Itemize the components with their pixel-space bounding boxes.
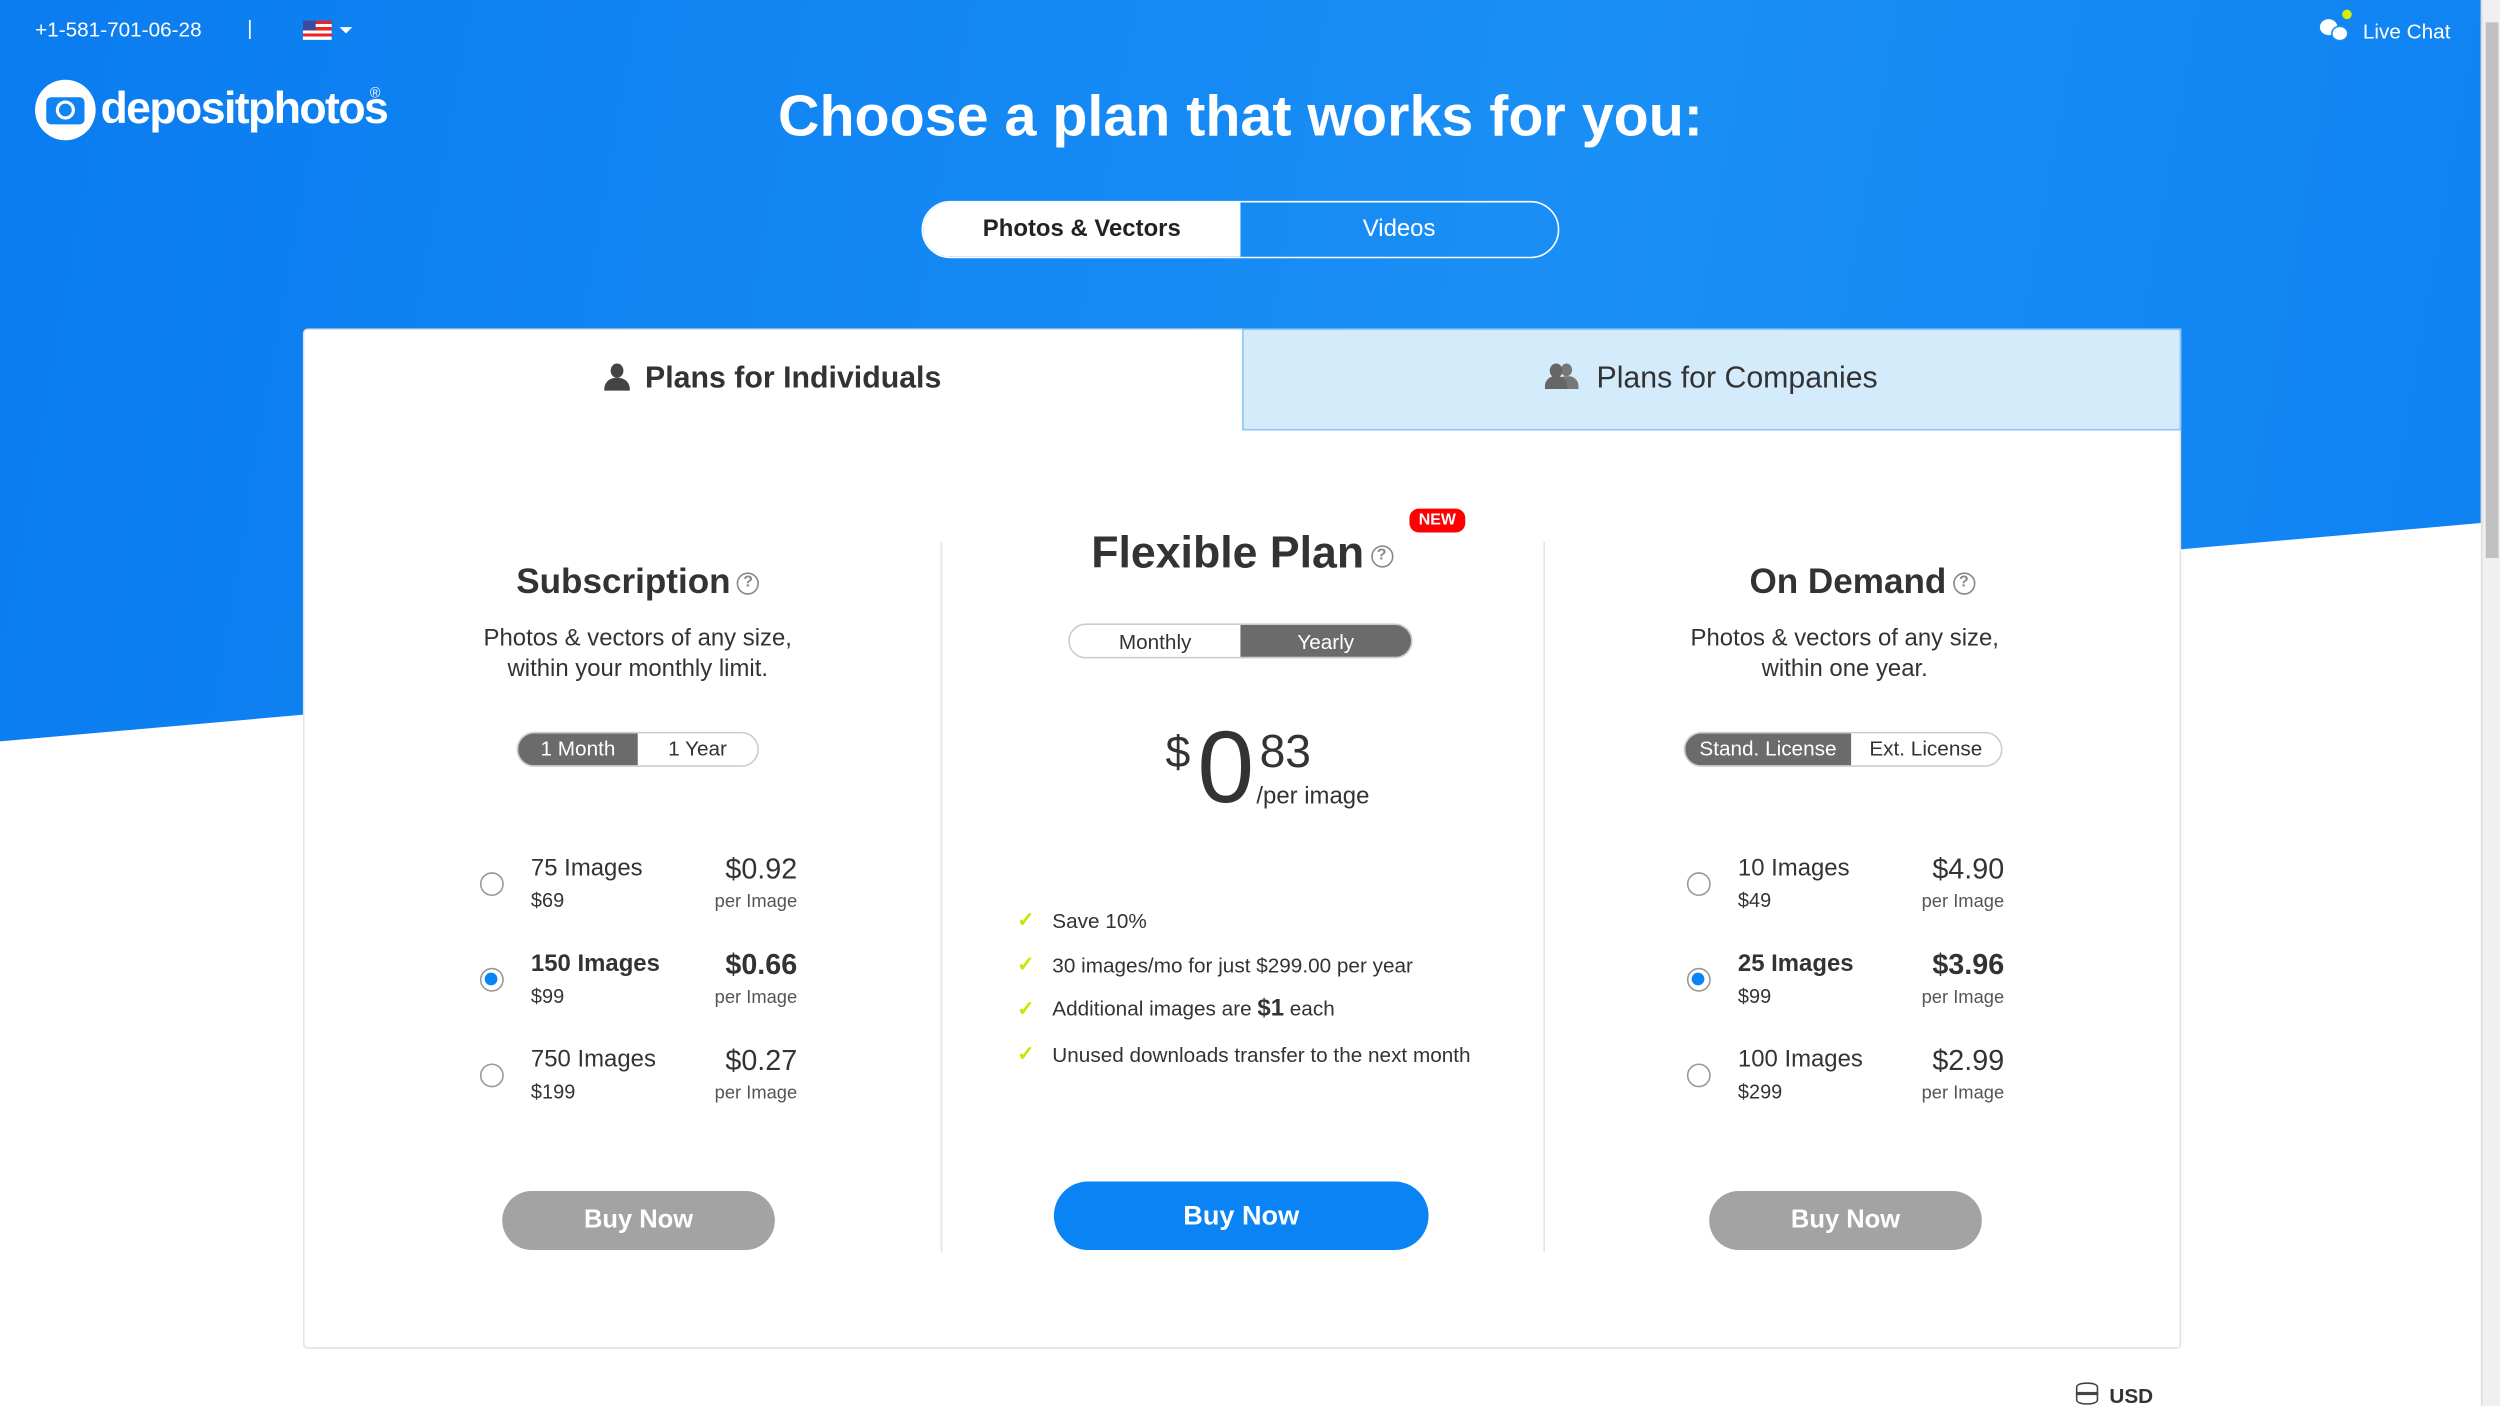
option-price: $2.99 (1932, 1044, 2005, 1077)
help-icon[interactable]: ? (1952, 572, 1976, 596)
tab-photos-vectors[interactable]: Photos & Vectors (923, 202, 1241, 257)
license-extended[interactable]: Ext. License (1851, 733, 2001, 765)
option-price: $0.66 (725, 948, 798, 981)
option-per-image: per Image (1921, 892, 2005, 912)
desc-line: within your monthly limit. (507, 655, 769, 683)
license-toggle: Stand. License Ext. License (1683, 731, 2003, 767)
option-radio[interactable] (1686, 967, 1711, 992)
ondemand-title: On Demand? (1543, 561, 2181, 602)
ondemand-description: Photos & vectors of any size, within one … (1526, 623, 2164, 684)
tab-videos[interactable]: Videos (1240, 202, 1557, 256)
feature-item: Additional images are $1 each (1052, 995, 1334, 1022)
tab-label: Plans for Individuals (645, 361, 942, 396)
tab-plans-companies[interactable]: Plans for Companies (1242, 328, 2182, 431)
feature-bold: $1 (1257, 994, 1285, 1023)
option-radio[interactable] (479, 1063, 504, 1088)
option-total: $199 (530, 1081, 576, 1104)
option-price: $4.90 (1932, 853, 2005, 885)
media-type-tabs: Photos & Vectors Videos (921, 200, 1560, 259)
option-price: $3.96 (1932, 948, 2005, 981)
help-icon[interactable]: ? (736, 572, 760, 596)
subscription-buy-button[interactable]: Buy Now (502, 1191, 775, 1251)
live-chat-link[interactable]: Live Chat (2363, 19, 2451, 43)
feature-item: 30 images/mo for just $299.00 per year (1052, 953, 1413, 978)
title-text: Flexible Plan (1091, 527, 1365, 578)
database-icon[interactable] (2075, 1382, 2099, 1405)
phone-number[interactable]: +1-581-701-06-28 (35, 18, 202, 42)
option-per-image: per Image (1921, 988, 2005, 1008)
price-integer: 0 (1197, 709, 1255, 825)
option-total: $99 (530, 985, 565, 1008)
chevron-down-icon[interactable] (339, 27, 353, 40)
title-text: On Demand (1749, 561, 1947, 602)
option-name[interactable]: 10 Images (1738, 855, 1850, 882)
users-icon (1545, 363, 1580, 390)
option-per-image: per Image (714, 988, 798, 1008)
page: +1-581-701-06-28 | Live Chat depositphot… (0, 0, 2500, 1406)
feature-text: each (1284, 996, 1335, 1021)
option-price: $0.27 (725, 1044, 798, 1077)
period-yearly[interactable]: Yearly (1240, 625, 1412, 657)
check-icon: ✓ (1017, 951, 1035, 976)
option-price: $0.92 (725, 853, 798, 885)
user-icon (603, 363, 630, 391)
chat-icon[interactable] (2319, 9, 2352, 42)
price-currency: $ (1165, 727, 1191, 777)
option-total: $99 (1737, 985, 1772, 1008)
check-icon: ✓ (1017, 996, 1035, 1021)
feature-text: Additional images are (1052, 996, 1258, 1021)
option-per-image: per Image (714, 1084, 798, 1104)
flexible-title: Flexible Plan? (941, 528, 1544, 579)
subscription-period-toggle: 1 Month 1 Year (516, 731, 759, 767)
option-radio[interactable] (1686, 1063, 1711, 1088)
desc-line: Photos & vectors of any size, (1690, 625, 1999, 653)
option-total: $299 (1737, 1081, 1783, 1104)
new-badge: NEW (1409, 508, 1466, 533)
option-name[interactable]: 25 Images (1738, 950, 1854, 977)
us-flag-icon[interactable] (302, 20, 332, 40)
option-radio[interactable] (479, 872, 504, 897)
desc-line: Photos & vectors of any size, (483, 625, 792, 653)
flexible-period-toggle: Monthly Yearly (1068, 623, 1413, 659)
scrollbar-thumb[interactable] (2485, 22, 2499, 559)
tab-plans-individuals[interactable]: Plans for Individuals (303, 328, 1242, 428)
check-icon: ✓ (1017, 1041, 1035, 1066)
subscription-title: Subscription? (319, 561, 957, 602)
feature-item: Unused downloads transfer to the next mo… (1052, 1042, 1471, 1067)
separator: | (247, 15, 253, 40)
option-per-image: per Image (714, 892, 798, 912)
help-icon[interactable]: ? (1370, 544, 1393, 567)
tab-label: Plans for Companies (1596, 361, 1878, 396)
option-name[interactable]: 75 Images (531, 855, 643, 882)
ondemand-buy-button[interactable]: Buy Now (1709, 1191, 1982, 1251)
title-text: Subscription (516, 561, 731, 602)
option-total: $69 (530, 889, 565, 912)
period-1-year[interactable]: 1 Year (638, 733, 758, 765)
page-title: Choose a plan that works for you: (778, 82, 1703, 149)
price-decimal: 83 (1259, 727, 1312, 779)
option-radio[interactable] (1686, 872, 1711, 897)
option-per-image: per Image (1921, 1084, 2005, 1104)
feature-item: Save 10% (1052, 908, 1147, 933)
check-icon: ✓ (1017, 907, 1035, 932)
desc-line: within one year. (1761, 655, 1928, 683)
license-standard[interactable]: Stand. License (1685, 733, 1851, 766)
subscription-description: Photos & vectors of any size, within your… (319, 623, 957, 684)
scrollbar[interactable] (2480, 0, 2500, 1406)
option-total: $49 (1737, 889, 1772, 912)
price-unit: /per image (1256, 782, 1370, 810)
option-radio[interactable] (479, 967, 504, 992)
period-1-month[interactable]: 1 Month (518, 733, 638, 766)
period-monthly[interactable]: Monthly (1070, 625, 1241, 657)
currency-selector[interactable]: USD (2109, 1384, 2153, 1406)
flexible-buy-button[interactable]: Buy Now (1053, 1181, 1429, 1251)
